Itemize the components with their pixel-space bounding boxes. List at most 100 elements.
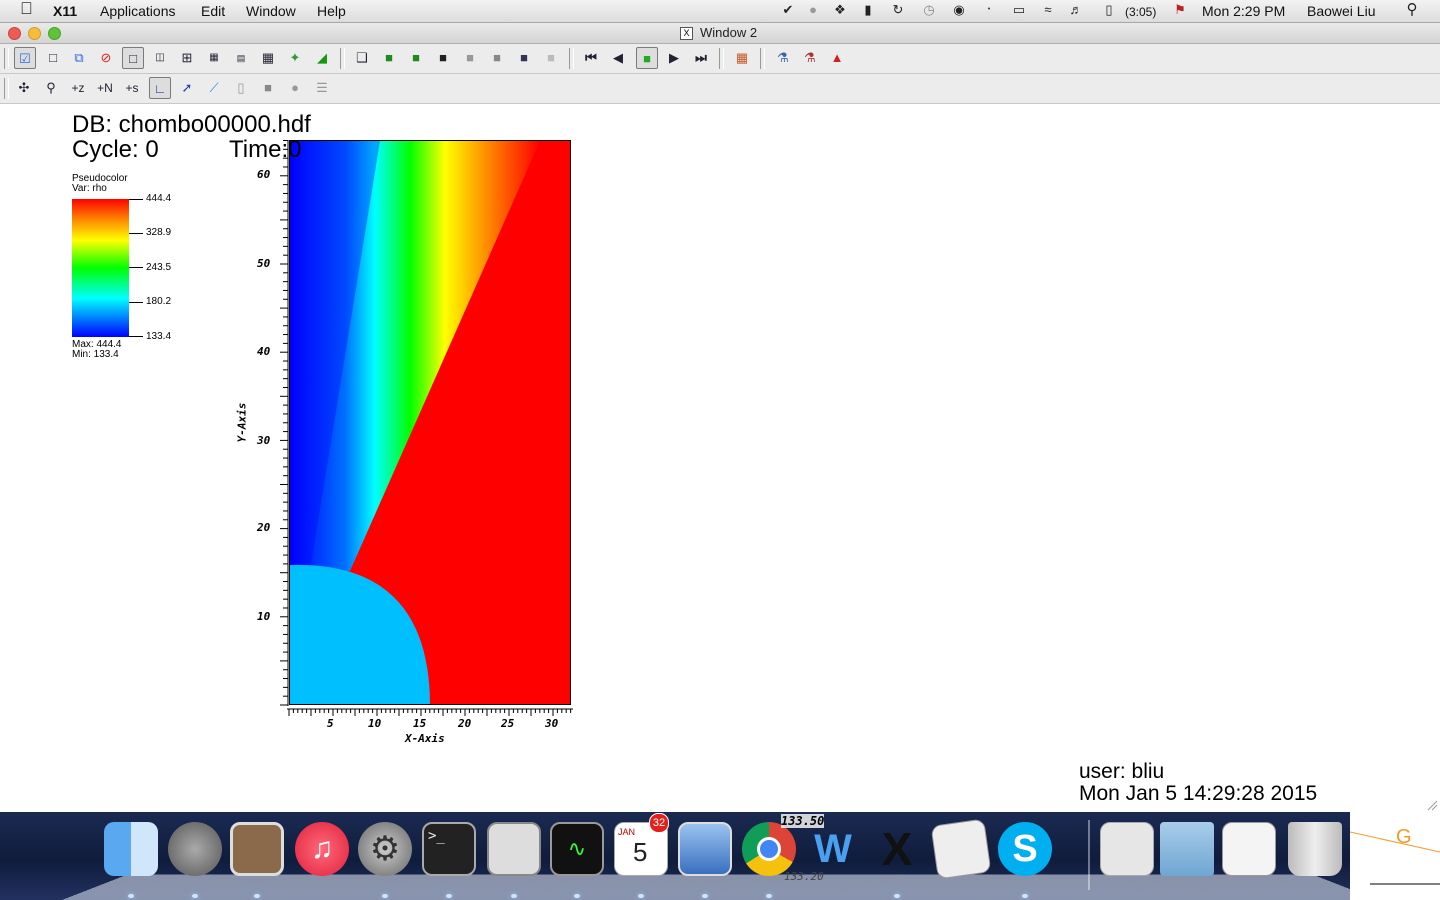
toolbar-separator — [569, 48, 574, 69]
preview-icon[interactable] — [230, 822, 284, 876]
launchpad-icon[interactable] — [168, 822, 222, 876]
clear-window-icon[interactable]: ☑ — [14, 47, 36, 69]
app-menu[interactable]: X11 — [53, 2, 77, 20]
box-icon[interactable]: ■ — [257, 77, 279, 99]
calendar-day: 5 — [633, 837, 648, 867]
lock-view-icon[interactable]: ✦ — [284, 47, 306, 69]
y-tick-label: 40 — [257, 345, 271, 358]
itunes-icon[interactable]: ♫ — [295, 822, 349, 876]
prev-frame-icon[interactable]: ◀ — [607, 47, 629, 69]
window-titlebar[interactable]: X Window 2 — [0, 23, 1440, 44]
layout-1x2-icon[interactable]: ◫ — [149, 47, 171, 69]
next-frame-icon[interactable]: ⏭ — [690, 47, 712, 69]
camera-4-icon[interactable]: ■ — [486, 47, 508, 69]
close-button[interactable] — [8, 27, 21, 40]
first-frame-icon[interactable]: ⏮ — [580, 47, 602, 69]
sync-icon[interactable]: ↻ — [890, 3, 906, 17]
task-icon[interactable]: ✔ — [780, 3, 796, 17]
y-tick-label: 10 — [257, 610, 271, 623]
spreadsheet-pick-icon[interactable]: +s — [121, 77, 143, 99]
view-pick-icon[interactable]: ■ — [378, 47, 400, 69]
activity-monitor-icon[interactable]: ∿ — [550, 822, 604, 876]
folder-icon[interactable] — [1160, 822, 1214, 876]
mail-icon[interactable] — [678, 822, 732, 876]
legend-colorbar — [72, 199, 129, 337]
line-icon[interactable]: ⟋ — [203, 77, 225, 99]
flag-icon[interactable]: ⚑ — [1172, 3, 1188, 17]
search-icon[interactable]: ⚲ — [1404, 2, 1420, 17]
navigate-icon[interactable]: ✣ — [13, 77, 35, 99]
camera-1-icon[interactable]: ■ — [405, 47, 427, 69]
pseudocolor-field — [290, 141, 570, 704]
user-name[interactable]: Baowei Liu — [1307, 2, 1376, 20]
menu-edit[interactable]: Edit — [201, 2, 225, 20]
plane-icon[interactable]: ▯ — [230, 77, 252, 99]
volume-icon[interactable]: ♬ — [1068, 3, 1084, 17]
node-pick-icon[interactable]: +N — [94, 77, 116, 99]
binoculars-icon[interactable]: ◉ — [951, 3, 967, 17]
sliders-icon[interactable]: ☰ — [311, 77, 333, 99]
xcode-instruments-icon[interactable] — [930, 818, 992, 880]
camera-5-icon[interactable]: ■ — [513, 47, 535, 69]
reset-view-icon[interactable]: ❑ — [351, 47, 373, 69]
new-window-icon[interactable]: □ — [42, 47, 64, 69]
calendar-icon[interactable]: JAN 5 32 — [614, 813, 669, 876]
zoom-button[interactable] — [48, 27, 61, 40]
vis-window[interactable]: DB: chombo00000.hdf Cycle: 0 Time:0 Pseu… — [0, 104, 1440, 811]
toolbar-grip[interactable] — [4, 78, 9, 99]
copy-window-icon[interactable]: ⧉ — [68, 47, 90, 69]
apple-menu-icon[interactable]:  — [20, 0, 33, 18]
layout-2x4-icon[interactable]: ▤ — [230, 47, 252, 69]
x-axis — [287, 705, 573, 716]
play-icon[interactable]: ▶ — [663, 47, 685, 69]
sphere-icon[interactable]: ● — [284, 77, 306, 99]
zoom-icon[interactable]: ⚲ — [40, 77, 62, 99]
minimize-button[interactable] — [28, 27, 41, 40]
menu-window[interactable]: Window — [246, 2, 296, 20]
chrome-icon[interactable] — [742, 822, 796, 876]
terminal-icon[interactable]: >_ — [422, 822, 476, 876]
system-preferences-icon[interactable]: ⚙ — [358, 822, 412, 876]
x-tick-label: 20 — [458, 717, 472, 730]
layout-2x3-icon[interactable]: ▦ — [203, 47, 225, 69]
overlay-value-top: 133.50 — [781, 814, 825, 828]
bluetooth-icon[interactable]: ᛫ — [981, 3, 997, 17]
camera-3-icon[interactable]: ■ — [459, 47, 481, 69]
lock-time-icon[interactable]: ◢ — [311, 47, 333, 69]
dropbox-icon[interactable]: ❖ — [832, 3, 848, 17]
save-image-icon[interactable]: ▲ — [826, 47, 848, 69]
stop-icon[interactable]: ■ — [636, 47, 658, 69]
finder-icon[interactable] — [104, 822, 158, 876]
visit-icon[interactable]: W — [806, 822, 860, 876]
layout-2x2-icon[interactable]: ⊞ — [176, 47, 198, 69]
downloads-icon[interactable] — [1222, 822, 1276, 876]
menu-applications[interactable]: Applications — [100, 2, 176, 20]
battery-status-icon[interactable]: ▮ — [860, 3, 876, 17]
lineout-icon[interactable]: ∟ — [149, 77, 171, 99]
resize-grip-icon[interactable] — [1426, 798, 1438, 811]
menu-help[interactable]: Help — [317, 2, 346, 20]
clock[interactable]: Mon 2:29 PM — [1202, 2, 1285, 20]
legend-var: Var: rho — [72, 183, 107, 194]
wifi-icon[interactable]: ≈ — [1040, 3, 1056, 17]
x11-icon[interactable]: X — [870, 822, 924, 876]
battery-icon[interactable]: ▯ — [1099, 3, 1119, 17]
undo-icon[interactable]: ⚗ — [772, 47, 794, 69]
document-icon[interactable] — [1100, 822, 1154, 876]
draw-plots-icon[interactable]: ▦ — [731, 47, 753, 69]
time-machine-icon[interactable]: ◷ — [921, 3, 937, 17]
toolbar-grip[interactable] — [4, 48, 9, 69]
delete-window-icon[interactable]: ⊘ — [95, 47, 117, 69]
redo-icon[interactable]: ⚗ — [799, 47, 821, 69]
zone-pick-icon[interactable]: +z — [67, 77, 89, 99]
display-icon[interactable]: ▭ — [1011, 3, 1027, 17]
trash-icon[interactable] — [1288, 822, 1342, 876]
calculator-icon[interactable] — [487, 822, 541, 876]
camera-6-icon[interactable]: ■ — [540, 47, 562, 69]
layout-1x1-icon[interactable]: □ — [122, 47, 144, 69]
notification-icon[interactable]: ● — [805, 3, 821, 17]
skype-icon[interactable]: S — [998, 822, 1052, 876]
pick-icon[interactable]: ➚ — [176, 77, 198, 99]
layout-3x3-icon[interactable]: ▦ — [257, 47, 279, 69]
camera-2-icon[interactable]: ■ — [432, 47, 454, 69]
